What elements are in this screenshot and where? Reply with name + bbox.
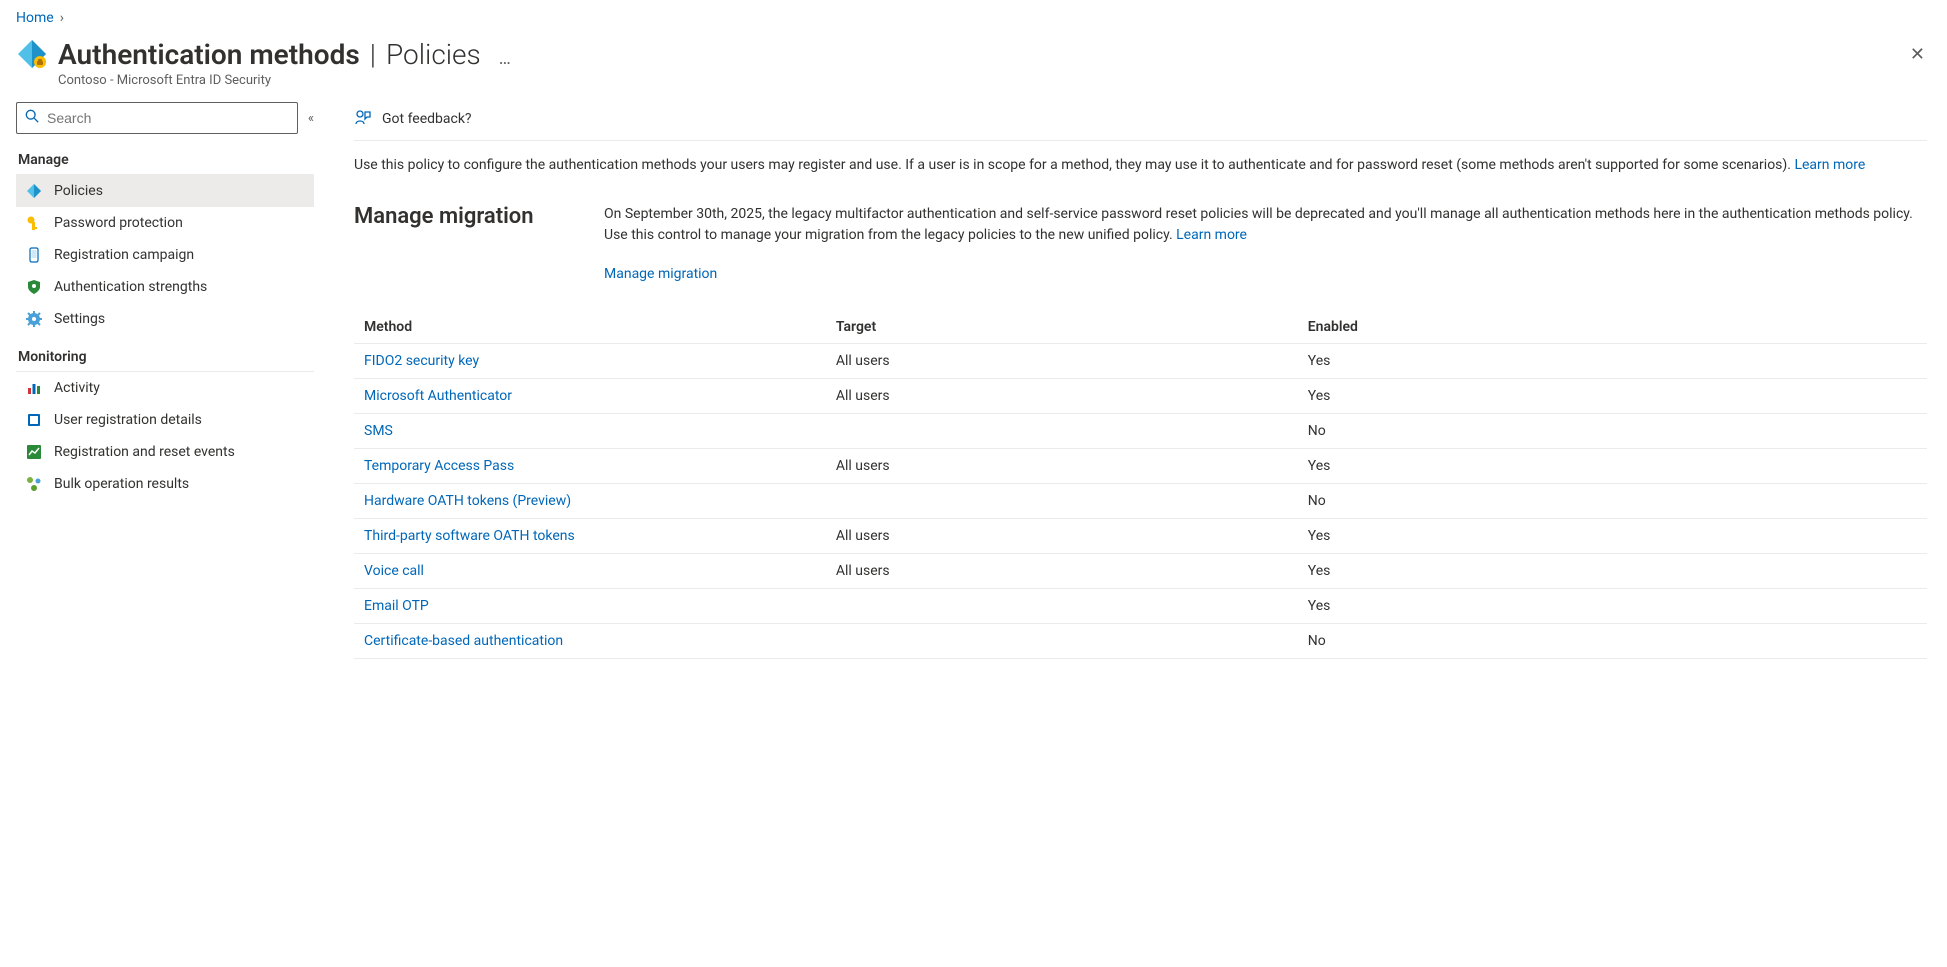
enabled-cell: No	[1298, 484, 1927, 519]
section-manage: Manage	[16, 144, 314, 175]
sidebar-item-label: Settings	[54, 311, 105, 327]
th-method[interactable]: Method	[354, 311, 826, 344]
table-row[interactable]: Email OTP Yes	[354, 589, 1927, 624]
table-row[interactable]: Microsoft Authenticator All usersYes	[354, 379, 1927, 414]
target-cell	[826, 414, 1298, 449]
sidebar-item-label: Registration and reset events	[54, 444, 235, 460]
method-link[interactable]: Hardware OATH tokens (Preview)	[364, 493, 571, 509]
method-link[interactable]: FIDO2 security key	[364, 353, 479, 369]
diamond-icon	[26, 183, 42, 199]
search-icon	[25, 109, 39, 127]
target-cell	[826, 589, 1298, 624]
method-link[interactable]: Third-party software OATH tokens	[364, 528, 575, 544]
bars-icon	[26, 380, 42, 396]
phone-icon	[26, 247, 42, 263]
nodes-icon	[26, 476, 42, 492]
table-row[interactable]: Temporary Access Pass All usersYes	[354, 449, 1927, 484]
search-input[interactable]	[47, 110, 289, 126]
breadcrumb-home[interactable]: Home	[16, 10, 54, 26]
enabled-cell: No	[1298, 624, 1927, 659]
shield-icon	[26, 279, 42, 295]
more-menu-icon[interactable]: …	[499, 48, 511, 69]
page-title-main: Authentication methods	[58, 38, 360, 71]
sidebar-item-label: Authentication strengths	[54, 279, 207, 295]
learn-more-link[interactable]: Learn more	[1794, 157, 1865, 173]
policy-description: Use this policy to configure the authent…	[354, 155, 1927, 176]
sidebar-item-label: Bulk operation results	[54, 476, 189, 492]
key-icon	[26, 215, 42, 231]
enabled-cell: Yes	[1298, 519, 1927, 554]
sidebar-item-label: Registration campaign	[54, 247, 194, 263]
sidebar-item-settings[interactable]: Settings	[16, 303, 314, 335]
table-row[interactable]: FIDO2 security key All usersYes	[354, 344, 1927, 379]
sidebar-item-label: Policies	[54, 183, 103, 199]
table-row[interactable]: SMS No	[354, 414, 1927, 449]
got-feedback-link[interactable]: Got feedback?	[382, 111, 472, 127]
method-link[interactable]: Temporary Access Pass	[364, 458, 514, 474]
method-link[interactable]: Certificate-based authentication	[364, 633, 563, 649]
search-box[interactable]	[16, 102, 298, 134]
target-cell	[826, 484, 1298, 519]
enabled-cell: Yes	[1298, 344, 1927, 379]
enabled-cell: Yes	[1298, 589, 1927, 624]
target-cell	[826, 624, 1298, 659]
method-link[interactable]: Email OTP	[364, 598, 429, 614]
th-target[interactable]: Target	[826, 311, 1298, 344]
migration-body: On September 30th, 2025, the legacy mult…	[604, 206, 1913, 243]
page-subtitle: Contoso - Microsoft Entra ID Security	[58, 73, 1904, 88]
sidebar-item-label: User registration details	[54, 412, 202, 428]
close-icon[interactable]: ✕	[1904, 38, 1931, 71]
target-cell: All users	[826, 519, 1298, 554]
sidebar-item-policies[interactable]: Policies	[16, 175, 314, 207]
target-cell: All users	[826, 344, 1298, 379]
manage-migration-link[interactable]: Manage migration	[604, 264, 717, 285]
method-link[interactable]: SMS	[364, 423, 393, 439]
main-content: Got feedback? Use this policy to configu…	[314, 102, 1931, 659]
gear-icon	[26, 311, 42, 327]
target-cell: All users	[826, 379, 1298, 414]
breadcrumb: Home ›	[16, 10, 1931, 26]
enabled-cell: Yes	[1298, 449, 1927, 484]
sidebar-item-label: Password protection	[54, 215, 183, 231]
chevron-right-icon: ›	[60, 10, 64, 26]
sidebar-item-bulk-operation-results[interactable]: Bulk operation results	[16, 468, 314, 500]
method-link[interactable]: Voice call	[364, 563, 424, 579]
table-row[interactable]: Certificate-based authentication No	[354, 624, 1927, 659]
target-cell: All users	[826, 449, 1298, 484]
enabled-cell: Yes	[1298, 554, 1927, 589]
sidebar: « Manage Policies Password protection Re…	[16, 102, 314, 659]
sidebar-item-auth-strengths[interactable]: Authentication strengths	[16, 271, 314, 303]
methods-table: Method Target Enabled FIDO2 security key…	[354, 311, 1927, 659]
target-cell: All users	[826, 554, 1298, 589]
table-row[interactable]: Voice call All usersYes	[354, 554, 1927, 589]
sidebar-item-activity[interactable]: Activity	[16, 372, 314, 404]
table-row[interactable]: Hardware OATH tokens (Preview) No	[354, 484, 1927, 519]
page-title-sub: Policies	[386, 38, 481, 71]
feedback-icon	[354, 108, 372, 130]
sidebar-item-registration-campaign[interactable]: Registration campaign	[16, 239, 314, 271]
sidebar-item-registration-reset-events[interactable]: Registration and reset events	[16, 436, 314, 468]
section-monitoring: Monitoring	[16, 341, 314, 372]
migration-learn-more-link[interactable]: Learn more	[1176, 227, 1247, 243]
sidebar-item-label: Activity	[54, 380, 100, 396]
sidebar-item-user-registration-details[interactable]: User registration details	[16, 404, 314, 436]
chart-icon	[26, 444, 42, 460]
title-separator: |	[364, 38, 382, 71]
book-icon	[26, 412, 42, 428]
auth-methods-icon	[16, 38, 48, 70]
th-enabled[interactable]: Enabled	[1298, 311, 1927, 344]
enabled-cell: No	[1298, 414, 1927, 449]
method-link[interactable]: Microsoft Authenticator	[364, 388, 512, 404]
enabled-cell: Yes	[1298, 379, 1927, 414]
table-row[interactable]: Third-party software OATH tokens All user…	[354, 519, 1927, 554]
sidebar-item-password-protection[interactable]: Password protection	[16, 207, 314, 239]
migration-title: Manage migration	[354, 204, 574, 285]
